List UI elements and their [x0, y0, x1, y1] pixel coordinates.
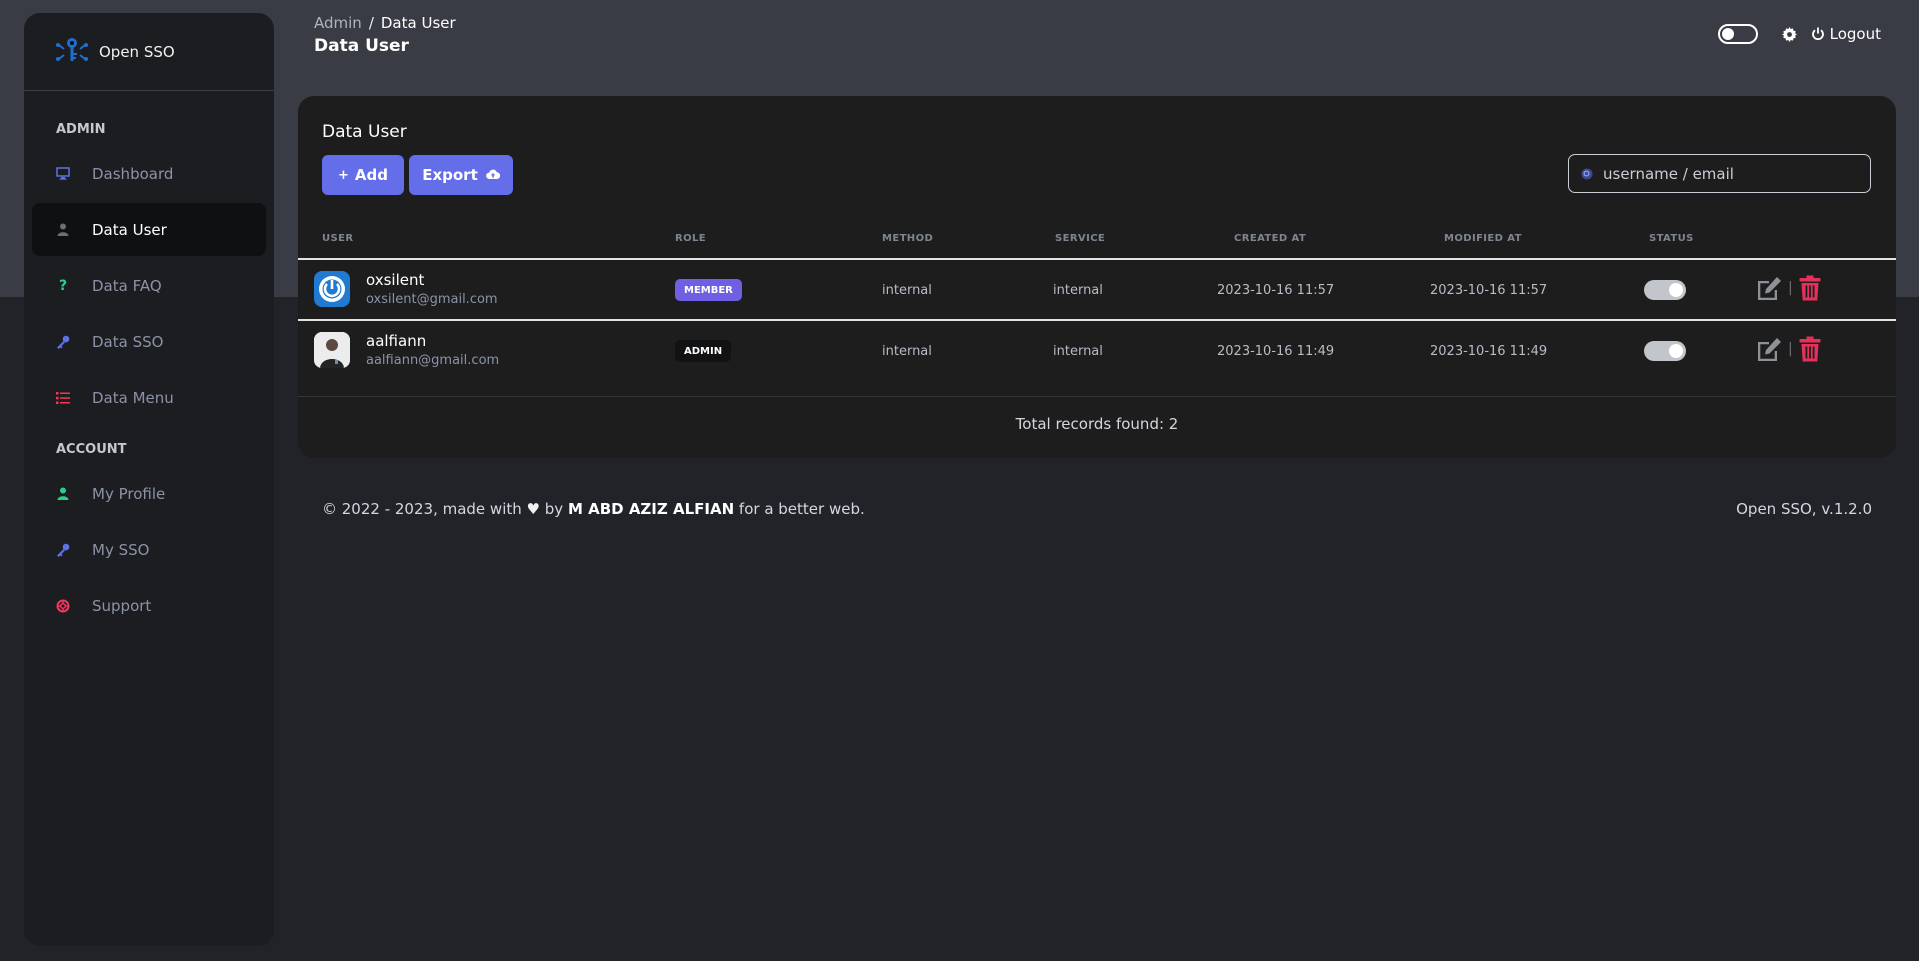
column-header-role[interactable]: ROLE — [675, 233, 706, 244]
footer-suffix: for a better web. — [738, 500, 865, 518]
sidebar-item-data-faq[interactable]: ? Data FAQ — [32, 259, 266, 312]
add-button-label: Add — [354, 166, 388, 184]
brand[interactable]: Open SSO — [24, 13, 274, 91]
toggle-knob — [1669, 344, 1683, 358]
service-cell: internal — [1053, 344, 1103, 359]
action-divider: | — [1788, 341, 1793, 357]
user-icon — [56, 223, 70, 237]
sidebar-item-data-menu[interactable]: Data Menu — [32, 371, 266, 424]
sidebar: Open SSO ADMIN Dashboard Data User ? Dat… — [24, 13, 274, 946]
action-divider: | — [1788, 280, 1793, 296]
sidebar-item-label: Data User — [92, 220, 167, 239]
user-email: oxsilent@gmail.com — [366, 292, 498, 307]
nav-section-admin: ADMIN — [56, 122, 106, 137]
plus-icon: + — [338, 167, 349, 183]
column-header-modified-at[interactable]: MODIFIED AT — [1444, 233, 1522, 244]
column-header-service[interactable]: SERVICE — [1055, 233, 1105, 244]
card-title: Data User — [322, 122, 407, 142]
power-icon — [1811, 27, 1824, 41]
footer-version: Open SSO, v.1.2.0 — [1736, 500, 1872, 518]
heart-icon: ♥ — [526, 500, 540, 518]
footer-by: by — [544, 500, 564, 518]
nav-section-account: ACCOUNT — [56, 442, 127, 457]
trash-icon[interactable] — [1799, 275, 1821, 305]
search-box — [1568, 154, 1871, 193]
sidebar-item-label: My SSO — [92, 540, 150, 559]
brand-name: Open SSO — [99, 42, 175, 61]
sidebar-item-my-sso[interactable]: My SSO — [32, 523, 266, 576]
edit-icon[interactable] — [1756, 276, 1782, 304]
sidebar-item-label: Data SSO — [92, 332, 164, 351]
logout-button[interactable]: Logout — [1811, 25, 1881, 43]
toggle-knob — [1669, 283, 1683, 297]
top-actions: Logout — [1717, 24, 1881, 44]
breadcrumb: Admin / Data User — [314, 14, 456, 32]
sidebar-item-my-profile[interactable]: My Profile — [32, 467, 266, 520]
column-header-method[interactable]: METHOD — [882, 233, 933, 244]
user-icon — [56, 487, 70, 501]
search-input[interactable] — [1603, 164, 1853, 183]
question-icon: ? — [58, 277, 68, 294]
monitor-icon — [56, 167, 70, 181]
total-records: Total records found: 2 — [1015, 415, 1179, 433]
add-button[interactable]: + Add — [322, 155, 404, 195]
role-badge: ADMIN — [675, 340, 732, 362]
method-cell: internal — [882, 344, 932, 359]
sidebar-item-data-sso[interactable]: Data SSO — [32, 315, 266, 368]
status-toggle[interactable] — [1644, 280, 1686, 300]
sidebar-item-data-user[interactable]: Data User — [32, 203, 266, 256]
key-icon — [56, 543, 70, 557]
column-header-created-at[interactable]: CREATED AT — [1234, 233, 1306, 244]
lifebuoy-icon — [56, 599, 70, 613]
column-header-status[interactable]: STATUS — [1649, 233, 1694, 244]
row-divider — [298, 258, 1896, 260]
export-button[interactable]: Export — [409, 155, 513, 195]
list-icon — [56, 391, 70, 405]
toggle-knob — [1721, 28, 1734, 40]
edit-icon[interactable] — [1756, 337, 1782, 365]
sidebar-item-label: Dashboard — [92, 164, 174, 183]
row-divider — [298, 319, 1896, 321]
gear-icon[interactable] — [1781, 26, 1797, 42]
sidebar-item-dashboard[interactable]: Dashboard — [32, 147, 266, 200]
theme-toggle[interactable] — [1717, 24, 1758, 44]
method-cell: internal — [882, 283, 932, 298]
sidebar-item-support[interactable]: Support — [32, 579, 266, 632]
cloud-upload-icon — [485, 168, 500, 183]
sidebar-item-label: Support — [92, 596, 152, 615]
avatar — [314, 271, 350, 307]
user-name: aalfiann — [366, 332, 427, 350]
page-title: Data User — [314, 36, 409, 56]
trash-icon[interactable] — [1799, 336, 1821, 366]
export-button-label: Export — [422, 166, 478, 184]
sidebar-item-label: Data FAQ — [92, 276, 162, 295]
user-email: aalfiann@gmail.com — [366, 353, 500, 368]
user-name: oxsilent — [366, 271, 425, 289]
modified-at-cell: 2023-10-16 11:57 — [1430, 283, 1548, 298]
status-toggle[interactable] — [1644, 341, 1686, 361]
breadcrumb-parent[interactable]: Admin — [314, 14, 362, 32]
created-at-cell: 2023-10-16 11:57 — [1217, 283, 1335, 298]
logout-label: Logout — [1829, 25, 1881, 43]
search-icon — [1581, 168, 1593, 179]
column-header-user[interactable]: USER — [322, 233, 353, 244]
sidebar-item-label: Data Menu — [92, 388, 174, 407]
key-icon — [56, 335, 70, 349]
avatar — [314, 332, 350, 368]
footer-author-link[interactable]: M ABD AZIZ ALFIAN — [568, 500, 734, 518]
sidebar-item-label: My Profile — [92, 484, 166, 503]
created-at-cell: 2023-10-16 11:49 — [1217, 344, 1335, 359]
footer-copyright: © 2022 - 2023, made with ♥ by M ABD AZIZ… — [322, 500, 865, 518]
table-bottom-border — [298, 396, 1896, 397]
data-user-card: Data User + Add Export USER ROLE METHOD … — [298, 96, 1896, 458]
modified-at-cell: 2023-10-16 11:49 — [1430, 344, 1548, 359]
service-cell: internal — [1053, 283, 1103, 298]
role-badge: MEMBER — [675, 279, 742, 301]
breadcrumb-separator: / — [368, 14, 374, 32]
footer-prefix: © 2022 - 2023, made with — [322, 500, 522, 518]
breadcrumb-current: Data User — [380, 14, 456, 32]
open-sso-logo-icon — [56, 37, 88, 61]
